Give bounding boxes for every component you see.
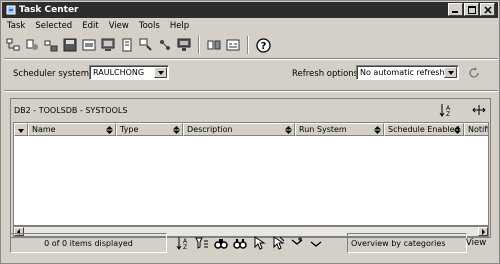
column-header-notification[interactable]: Notific (464, 123, 488, 136)
task-center-window: Task Center Task Selected Edit View Tool… (0, 0, 500, 264)
column-header-schedule-enabled[interactable]: Schedule Enabled (384, 123, 464, 136)
open-task-icon[interactable] (43, 37, 59, 53)
configuration-assistant-icon[interactable] (206, 37, 222, 53)
help-icon[interactable]: ? (255, 37, 271, 53)
menu-selected[interactable]: Selected (30, 21, 77, 31)
menu-task[interactable]: Task (2, 21, 30, 31)
menu-help[interactable]: Help (165, 21, 194, 31)
panel-title: DB2 - TOOLSDB - SYSTOOLS (14, 106, 128, 115)
toolbar-separator (198, 36, 200, 54)
task-center-icon[interactable] (138, 37, 154, 53)
toolbar-separator (247, 36, 249, 54)
collapse-icon[interactable] (308, 235, 324, 251)
svg-text:?: ? (260, 41, 266, 52)
control-center-icon[interactable] (100, 37, 116, 53)
sort-icon (173, 126, 180, 134)
menu-view[interactable]: View (104, 21, 134, 31)
minimize-button[interactable] (448, 3, 463, 16)
refresh-options-label: Refresh options (292, 69, 359, 79)
maximize-button[interactable] (464, 3, 479, 16)
system-menu-icon[interactable] (5, 4, 17, 16)
bottom-bar: 0 of 0 items displayed AZ Overview by ca… (10, 233, 491, 255)
row-selector-header[interactable] (14, 123, 28, 136)
find-icon[interactable] (213, 235, 229, 251)
expand-icon[interactable] (289, 235, 305, 251)
find-binoculars-icon[interactable] (232, 235, 248, 251)
sort-icon[interactable]: AZ (175, 235, 191, 251)
items-status: 0 of 0 items displayed (10, 233, 167, 253)
filter-icon[interactable] (194, 235, 210, 251)
customize-columns-icon[interactable] (471, 102, 487, 118)
title-bar: Task Center (2, 2, 498, 18)
table-header: Name Type Description Run System Schedul… (14, 123, 488, 136)
replication-center-icon[interactable] (176, 37, 192, 53)
chevron-down-icon[interactable] (154, 67, 167, 78)
divider (4, 90, 498, 92)
health-center-icon[interactable] (157, 37, 173, 53)
development-center-icon[interactable] (225, 37, 241, 53)
refresh-icon[interactable] (467, 66, 481, 80)
task-list-panel: DB2 - TOOLSDB - SYSTOOLS AZ Name Type De… (10, 98, 491, 238)
svg-text:Z: Z (183, 244, 187, 250)
sort-icon (106, 126, 113, 134)
select-all-icon[interactable] (251, 235, 267, 251)
journal-icon[interactable] (119, 37, 135, 53)
window-title: Task Center (19, 5, 79, 15)
divider (4, 58, 498, 60)
command-editor-icon[interactable] (81, 37, 97, 53)
menu-edit[interactable]: Edit (77, 21, 103, 31)
main-toolbar: ? (5, 35, 271, 55)
close-button[interactable] (480, 3, 495, 16)
deselect-all-icon[interactable] (270, 235, 286, 251)
refresh-options-select[interactable]: No automatic refresh (356, 65, 459, 80)
view-button[interactable]: View (463, 233, 489, 253)
tasks-table[interactable]: Name Type Description Run System Schedul… (13, 122, 489, 226)
column-header-run-system[interactable]: Run System (295, 123, 384, 136)
column-header-name[interactable]: Name (28, 123, 116, 136)
view-select[interactable]: Overview by categories (347, 233, 467, 253)
column-header-type[interactable]: Type (116, 123, 183, 136)
sort-icon (374, 126, 381, 134)
scheduler-label: Scheduler system (13, 69, 89, 79)
new-task-icon[interactable] (5, 37, 21, 53)
menu-tools[interactable]: Tools (134, 21, 165, 31)
svg-text:Z: Z (446, 111, 450, 117)
column-header-description[interactable]: Description (183, 123, 295, 136)
scheduler-system-select[interactable]: RAULCHONG (89, 65, 169, 80)
sort-icon (285, 126, 292, 134)
chevron-down-icon[interactable] (444, 67, 457, 78)
sort-icon[interactable]: AZ (438, 102, 454, 118)
save-task-icon[interactable] (62, 37, 78, 53)
sort-icon (454, 126, 461, 134)
menu-bar: Task Selected Edit View Tools Help (2, 19, 498, 33)
new-task-wizard-icon[interactable] (24, 37, 40, 53)
